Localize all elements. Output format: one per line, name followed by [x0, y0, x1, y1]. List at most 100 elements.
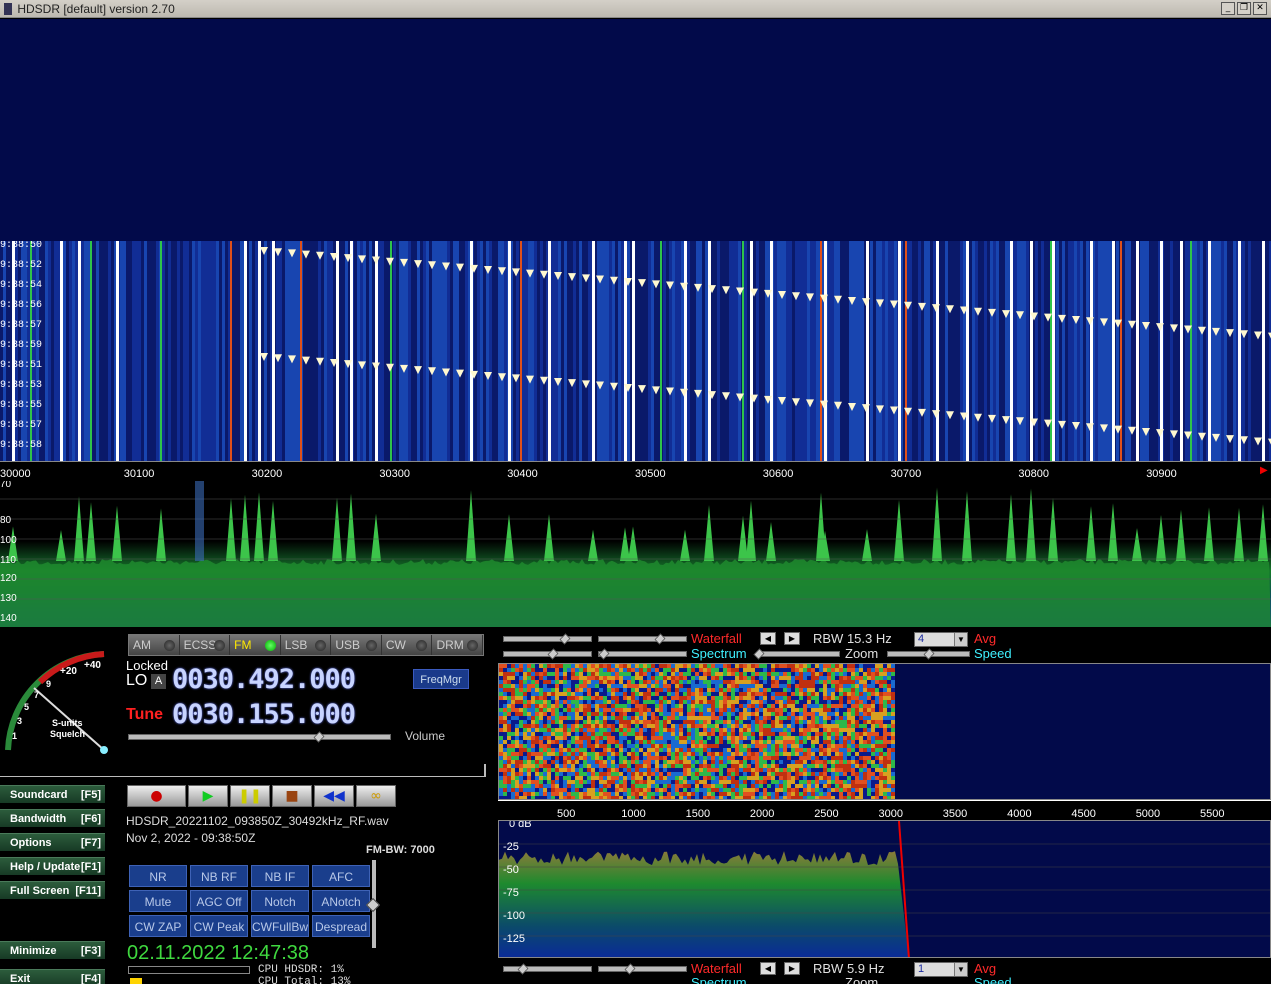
- db-tick-label: 140: [0, 613, 17, 624]
- bandwidth-button[interactable]: Bandwidth [F6]: [0, 809, 105, 827]
- full-screen-button[interactable]: Full Screen [F11]: [0, 881, 105, 899]
- upper-waterfall-slider-2[interactable]: [598, 633, 687, 645]
- slider-thumb[interactable]: [547, 648, 559, 660]
- lower-rbw-increase[interactable]: ▶: [784, 962, 800, 975]
- dsp-mute-button[interactable]: Mute: [129, 890, 187, 912]
- dsp-nb-rf-button[interactable]: NB RF: [190, 865, 248, 887]
- cpu-total-bar: [130, 978, 142, 984]
- lo-a-button[interactable]: A: [151, 674, 166, 689]
- minimize-icon[interactable]: _: [1221, 2, 1235, 15]
- mode-drm-button[interactable]: DRM: [432, 635, 484, 655]
- display-empty-area[interactable]: [0, 19, 1271, 241]
- lower-waterfall-slider-2[interactable]: [598, 963, 687, 975]
- audio-freq-tick-label: 2000: [749, 808, 775, 820]
- audio-freq-tick-label: 500: [557, 808, 576, 820]
- dsp-agc-off-button[interactable]: AGC Off: [190, 890, 248, 912]
- main-spectrum[interactable]: 70 80 100 110 120 130 140: [0, 481, 1271, 627]
- audio-freq-tick-label: 5000: [1135, 808, 1161, 820]
- exit-button[interactable]: Exit [F4]: [0, 969, 105, 984]
- slider-thumb[interactable]: [559, 633, 571, 645]
- upper-rbw-decrease[interactable]: ◀: [760, 632, 776, 645]
- smeter-label-plus20: +20: [60, 666, 77, 677]
- dsp-cw-zap-button[interactable]: CW ZAP: [129, 915, 187, 937]
- fm-bw-slider[interactable]: [365, 860, 381, 948]
- soundcard-button[interactable]: Soundcard [F5]: [0, 785, 105, 803]
- help-update-button[interactable]: Help / Update [F1]: [0, 857, 105, 875]
- mode-fm-button[interactable]: FM: [230, 635, 281, 655]
- record-icon: ●: [150, 788, 163, 804]
- audio-spectrum[interactable]: 0 dB -25 -50 -75 -100 -125: [498, 820, 1271, 958]
- options-button[interactable]: Options [F7]: [0, 833, 105, 851]
- lower-avg-select[interactable]: 1 ▼: [914, 962, 968, 977]
- mode-lsb-button[interactable]: LSB: [280, 635, 332, 655]
- slider-thumb[interactable]: [753, 648, 765, 660]
- dsp-nr-button[interactable]: NR: [129, 865, 187, 887]
- upper-speed-slider[interactable]: [887, 648, 970, 660]
- dsp-afc-button[interactable]: AFC: [312, 865, 370, 887]
- upper-rbw-increase[interactable]: ▶: [784, 632, 800, 645]
- slider-thumb[interactable]: [654, 633, 666, 645]
- volume-slider-thumb[interactable]: [313, 731, 325, 743]
- restore-icon[interactable]: ❐: [1237, 2, 1251, 15]
- mode-led-icon: [365, 640, 377, 651]
- dsp-cw-peak-button[interactable]: CW Peak: [190, 915, 248, 937]
- volume-slider[interactable]: [128, 731, 391, 743]
- slider-thumb[interactable]: [517, 963, 529, 975]
- audio-freq-tick-label: 4000: [1007, 808, 1032, 820]
- freqmgr-button[interactable]: FreqMgr: [413, 669, 469, 689]
- side-button-label: Exit: [10, 973, 31, 984]
- audio-waterfall-graphic: [499, 664, 895, 799]
- slider-thumb[interactable]: [598, 648, 610, 660]
- slider-thumb[interactable]: [624, 963, 636, 975]
- loop-button[interactable]: ∞: [356, 785, 396, 807]
- record-button[interactable]: ●: [127, 785, 186, 807]
- mode-ecss-button[interactable]: ECSS: [179, 635, 231, 655]
- side-button-key: [F11]: [75, 885, 101, 897]
- lower-rbw-label: RBW 5.9 Hz: [813, 961, 885, 976]
- side-button-key: [F7]: [80, 837, 101, 849]
- rewind-button[interactable]: ◀◀: [314, 785, 354, 807]
- audio-waterfall[interactable]: [498, 663, 1271, 800]
- stop-button[interactable]: ■: [272, 785, 312, 807]
- dsp-cwfullbw-button[interactable]: CWFullBw: [251, 915, 309, 937]
- upper-spectrum-label: Spectrum: [691, 646, 747, 661]
- lower-speed-label: Speed: [974, 975, 1012, 984]
- freq-tick-label: 30600: [762, 468, 794, 480]
- window-controls: _ ❐ ✕: [1221, 2, 1267, 15]
- pause-button[interactable]: ❚❚: [230, 785, 270, 807]
- slider-thumb[interactable]: [923, 648, 935, 660]
- upper-waterfall-slider-1[interactable]: [503, 633, 592, 645]
- scroll-right-icon[interactable]: ▶: [1260, 465, 1268, 476]
- upper-zoom-label: Zoom: [845, 646, 879, 661]
- upper-spectrum-slider-1[interactable]: [503, 648, 592, 660]
- audio-frequency-axis[interactable]: 500 1000 1500 2000 2500 3000 3500 4000 4500 5000 5…: [498, 800, 1271, 820]
- mode-usb-button[interactable]: USB: [331, 635, 382, 655]
- main-waterfall[interactable]: 9:38:50 9:38:52 9:38:54 9:38:56 9:38:57 9:38:…: [0, 241, 1271, 461]
- play-button[interactable]: ▶: [188, 785, 228, 807]
- tune-frequency-display[interactable]: 0030.155.000: [172, 699, 356, 730]
- dsp-despread-button[interactable]: Despread: [312, 915, 370, 937]
- lo-frequency-display[interactable]: 0030.492.000: [172, 664, 356, 695]
- close-icon[interactable]: ✕: [1253, 2, 1267, 15]
- recording-date: Nov 2, 2022 - 09:38:50Z: [126, 831, 256, 845]
- main-frequency-axis[interactable]: 30000 30100 30200 30300 30400 30500 30600 30700…: [0, 461, 1271, 481]
- minimize-button[interactable]: Minimize [F3]: [0, 941, 105, 959]
- s-meter[interactable]: +40 +20 9 7 5 3 1 S-units Squelch: [0, 632, 120, 757]
- lower-rbw-decrease[interactable]: ◀: [760, 962, 776, 975]
- dsp-nb-if-button[interactable]: NB IF: [251, 865, 309, 887]
- mode-am-button[interactable]: AM: [129, 635, 180, 655]
- recording-filename: HDSDR_20221102_093850Z_30492kHz_RF.wav: [126, 814, 389, 828]
- waterfall-time-labels: 9:38:50 9:38:52 9:38:54 9:38:56 9:38:57 9:38:…: [0, 241, 42, 461]
- app-icon: [4, 3, 12, 15]
- freq-tick-label: 30900: [1146, 468, 1177, 480]
- side-button-label: Bandwidth: [10, 813, 67, 825]
- lower-waterfall-slider-1[interactable]: [503, 963, 592, 975]
- upper-avg-select[interactable]: 4 ▼: [914, 632, 968, 647]
- freq-tick-label: 30100: [123, 468, 155, 480]
- upper-zoom-slider[interactable]: [753, 648, 840, 660]
- dsp-notch-button[interactable]: Notch: [251, 890, 309, 912]
- mode-cw-button[interactable]: CW: [381, 635, 433, 655]
- chevron-down-icon: ▼: [954, 633, 967, 646]
- upper-spectrum-slider-2[interactable]: [598, 648, 687, 660]
- dsp-anotch-button[interactable]: ANotch: [312, 890, 370, 912]
